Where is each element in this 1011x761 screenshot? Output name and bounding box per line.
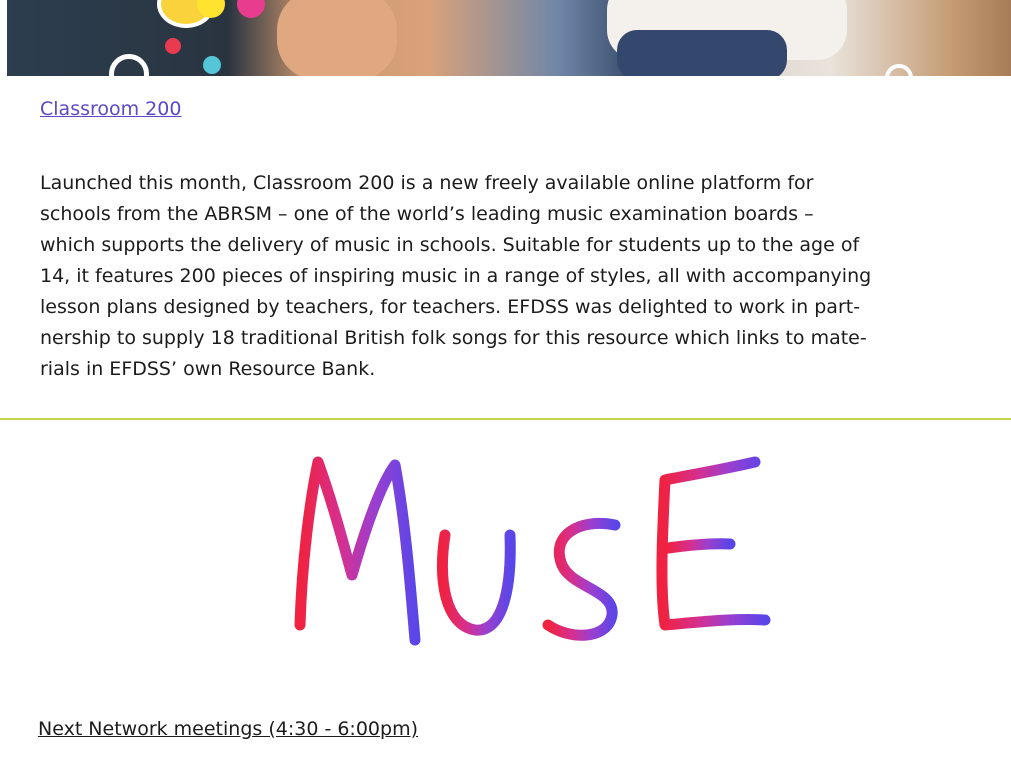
photo-arms bbox=[277, 0, 397, 76]
muse-logo bbox=[294, 456, 771, 646]
decorative-ring-small bbox=[885, 64, 913, 76]
decorative-dot-teal bbox=[203, 56, 221, 74]
photo-shorts bbox=[617, 30, 787, 76]
decorative-dot-pink bbox=[237, 0, 265, 18]
decorative-ring-white bbox=[109, 54, 149, 76]
article-body: Launched this month, Classroom 200 is a … bbox=[40, 168, 975, 385]
decorative-dot-red bbox=[165, 38, 181, 54]
article-line: which supports the delivery of music in … bbox=[40, 234, 860, 256]
article-line: 14, it features 200 pieces of inspiring … bbox=[40, 265, 872, 287]
article-line: rials in EFDSS’ own Resource Bank. bbox=[40, 358, 376, 380]
classroom-200-link[interactable]: Classroom 200 bbox=[40, 98, 181, 120]
header-photo bbox=[7, 0, 1011, 76]
article-line: schools from the ABRSM – one of the worl… bbox=[40, 203, 814, 225]
article-line: Launched this month, Classroom 200 is a … bbox=[40, 172, 814, 194]
next-meetings-heading: Next Network meetings (4:30 - 6:00pm) bbox=[38, 718, 418, 740]
article-line: lesson plans designed by teachers, for t… bbox=[40, 296, 861, 318]
article-line: nership to supply 18 traditional British… bbox=[40, 327, 867, 349]
section-divider bbox=[0, 418, 1011, 420]
newsletter-page: Classroom 200 Launched this month, Class… bbox=[0, 0, 1011, 761]
